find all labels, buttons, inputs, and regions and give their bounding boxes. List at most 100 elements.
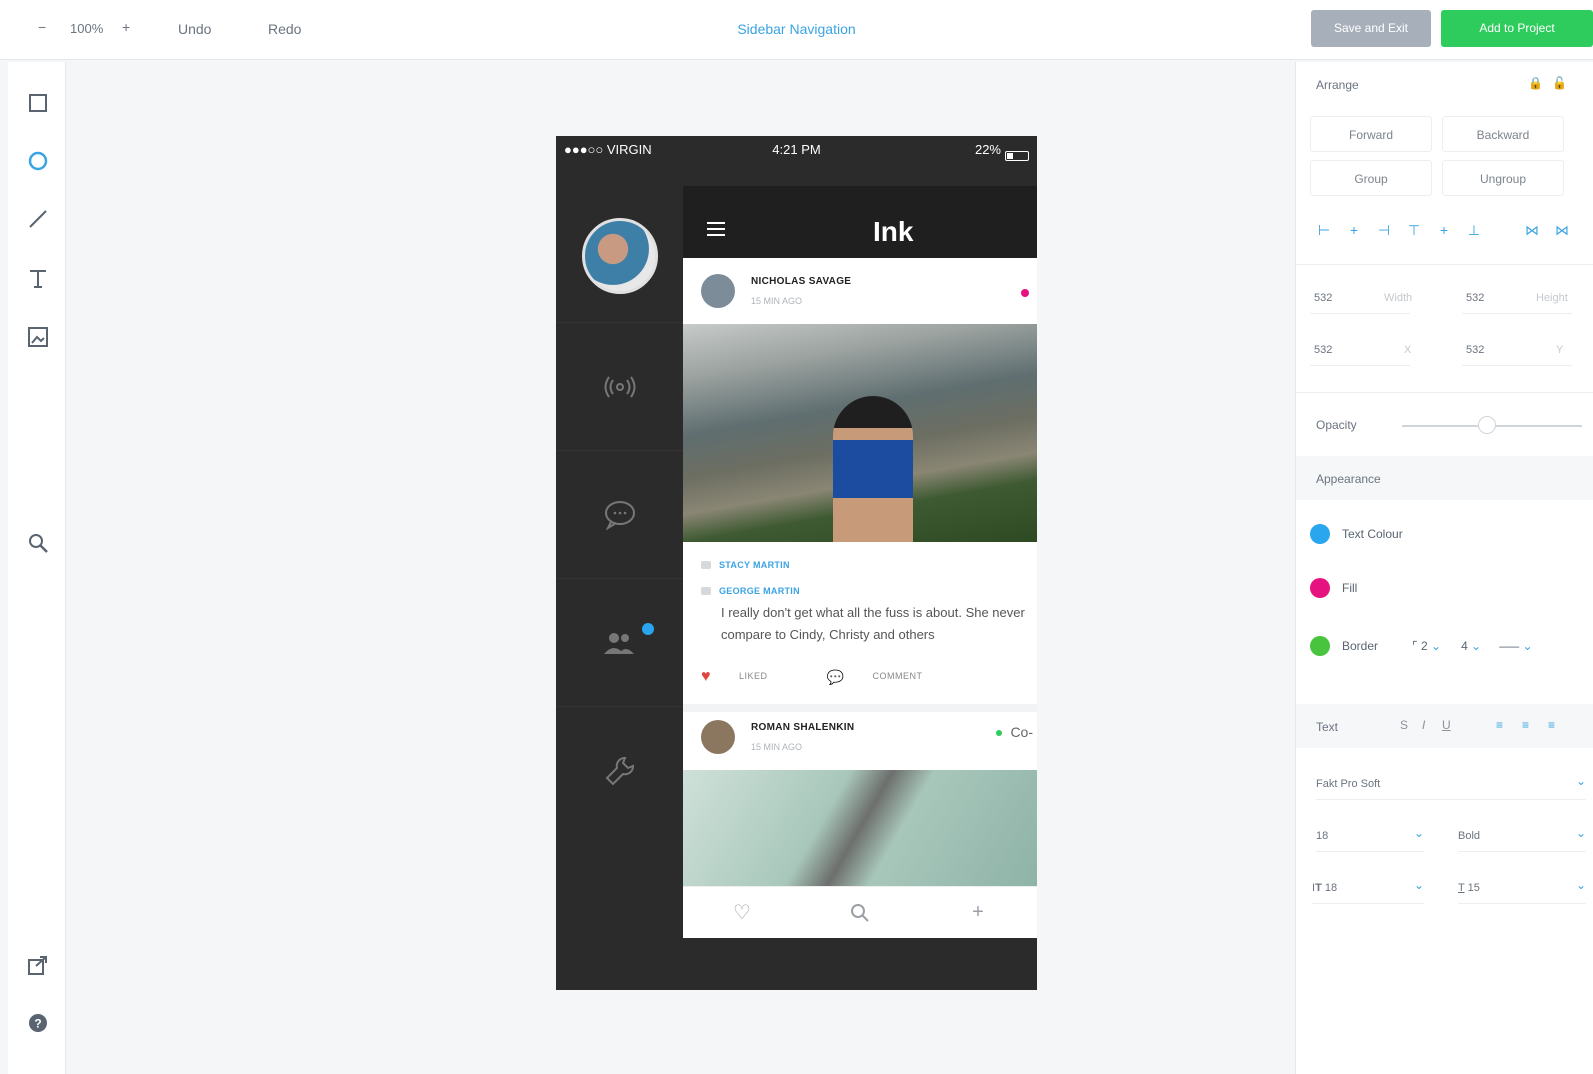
letter-spacing-select[interactable]: T 15 ⌄ <box>1458 874 1586 904</box>
ellipse-tool-icon[interactable] <box>25 148 51 174</box>
forward-button[interactable]: Forward <box>1310 116 1432 152</box>
text-align-center-icon[interactable]: ≡ <box>1522 718 1529 732</box>
chevron-down-icon: ⌄ <box>1522 639 1533 653</box>
phone-mockup[interactable]: ●●●○○ VIRGIN 4:21 PM 22% Ink NICHOLAS SA… <box>556 136 1037 990</box>
sidebar-navigation <box>556 186 683 990</box>
rectangle-tool-icon[interactable] <box>25 90 51 116</box>
border-radius-select[interactable]: ⌜ 2 ⌄ <box>1412 639 1441 653</box>
align-top-icon[interactable]: ⊤ <box>1404 222 1424 238</box>
align-right-icon[interactable]: ⊣ <box>1374 222 1394 238</box>
sidebar-item-settings[interactable] <box>556 706 683 834</box>
align-left-icon[interactable]: ⊢ <box>1314 222 1334 238</box>
font-weight-select[interactable]: Bold ⌄ <box>1458 822 1586 852</box>
post-time: 15 MIN AGO <box>751 296 803 306</box>
text-align-right-icon[interactable]: ≡ <box>1548 718 1555 732</box>
add-tab-icon[interactable]: + <box>919 887 1037 938</box>
sidebar-item-broadcast[interactable] <box>556 322 683 450</box>
border-width-select[interactable]: 4 ⌄ <box>1461 639 1481 653</box>
ungroup-button[interactable]: Ungroup <box>1442 160 1564 196</box>
line-tool-icon[interactable] <box>25 206 51 232</box>
avatar[interactable] <box>701 720 735 754</box>
status-dot <box>1021 289 1029 297</box>
comment-row: STACY MARTIN <box>701 560 790 571</box>
export-icon[interactable] <box>25 952 51 978</box>
clock-label: 4:21 PM <box>772 142 821 157</box>
post-photo[interactable] <box>683 770 1037 886</box>
post-author[interactable]: NICHOLAS SAVAGE <box>751 276 851 287</box>
opacity-slider-handle[interactable] <box>1478 416 1496 434</box>
comment-button[interactable]: 💬 COMMENT <box>827 669 951 685</box>
zoom-level[interactable]: 100% <box>70 21 103 36</box>
width-field[interactable]: 532 Width <box>1310 284 1412 314</box>
text-colour-row[interactable]: Text Colour <box>1310 524 1403 544</box>
chevron-down-icon: ⌄ <box>1575 826 1586 840</box>
search-tab-icon[interactable] <box>801 887 919 938</box>
undo-button[interactable]: Undo <box>178 21 211 37</box>
redo-button[interactable]: Redo <box>268 21 301 37</box>
post-author[interactable]: ROMAN SHALENKIN <box>751 722 854 733</box>
lock-icon[interactable]: 🔒 <box>1528 76 1543 90</box>
height-field[interactable]: 532 Height <box>1462 284 1572 314</box>
distribute-v-icon[interactable]: ⋈ <box>1552 222 1572 238</box>
text-tool-icon[interactable] <box>25 266 51 292</box>
strikethrough-icon[interactable]: S <box>1400 718 1408 732</box>
fill-row[interactable]: Fill <box>1310 578 1357 598</box>
underline-icon[interactable]: U <box>1442 718 1451 732</box>
text-section-header: Text S I U ≡ ≡ ≡ <box>1296 704 1593 748</box>
menu-icon[interactable] <box>707 222 725 236</box>
search-icon[interactable] <box>25 530 51 556</box>
avatar[interactable] <box>701 274 735 308</box>
align-bottom-icon[interactable]: ⊥ <box>1464 222 1484 238</box>
chevron-down-icon: ⌄ <box>1431 639 1442 653</box>
comment-author[interactable]: STACY MARTIN <box>719 560 790 570</box>
group-button[interactable]: Group <box>1310 160 1432 196</box>
sidebar-item-friends[interactable] <box>556 578 683 706</box>
y-position-field[interactable]: 532 Y <box>1462 336 1572 366</box>
people-icon <box>603 632 634 654</box>
fill-swatch[interactable] <box>1310 578 1330 598</box>
post-header: ROMAN SHALENKIN 15 MIN AGO <box>683 704 1037 770</box>
comment-row: GEORGE MARTIN <box>701 586 800 597</box>
border-swatch[interactable] <box>1310 636 1330 656</box>
backward-button[interactable]: Backward <box>1442 116 1564 152</box>
profile-avatar[interactable] <box>582 218 658 294</box>
help-icon[interactable]: ? <box>25 1010 51 1036</box>
comment-small-icon <box>701 587 711 596</box>
battery-icon <box>1005 150 1029 161</box>
text-colour-swatch[interactable] <box>1310 524 1330 544</box>
font-family-select[interactable]: Fakt Pro Soft ⌄ <box>1316 770 1586 800</box>
like-button[interactable]: ♥ LIKED <box>701 668 796 685</box>
heart-icon: ♥ <box>701 668 711 685</box>
zoom-in-button[interactable]: + <box>122 19 130 35</box>
opacity-label: Opacity <box>1316 418 1357 432</box>
sidebar-item-messages[interactable] <box>556 450 683 578</box>
image-tool-icon[interactable] <box>25 324 51 350</box>
text-align-left-icon[interactable]: ≡ <box>1496 718 1503 732</box>
align-middle-icon[interactable]: + <box>1434 222 1454 238</box>
wrench-icon <box>605 756 634 785</box>
unlock-icon[interactable]: 🔓 <box>1552 76 1567 90</box>
app-title: Ink <box>873 216 914 247</box>
broadcast-icon <box>604 375 635 398</box>
zoom-out-button[interactable]: − <box>38 19 46 35</box>
line-height-select[interactable]: IT 18 ⌄ <box>1312 874 1424 904</box>
font-size-select[interactable]: 18 ⌄ <box>1316 822 1424 852</box>
favorites-tab-icon[interactable]: ♡ <box>683 887 801 938</box>
add-to-project-button[interactable]: Add to Project <box>1441 10 1593 47</box>
save-and-exit-button[interactable]: Save and Exit <box>1311 10 1431 47</box>
app-screen: Ink NICHOLAS SAVAGE 15 MIN AGO STACY MAR… <box>683 186 1037 938</box>
distribute-h-icon[interactable]: ⋈ <box>1522 222 1542 238</box>
post-side-label: Co- <box>996 724 1033 740</box>
chevron-down-icon: ⌄ <box>1575 878 1586 892</box>
arrange-heading: Arrange <box>1316 78 1359 92</box>
comment-author[interactable]: GEORGE MARTIN <box>719 586 800 596</box>
align-center-h-icon[interactable]: + <box>1344 222 1364 238</box>
post-photo[interactable] <box>683 324 1037 542</box>
x-position-field[interactable]: 532 X <box>1310 336 1411 366</box>
align-toolbar: ⊢ + ⊣ ⊤ + ⊥ ⋈ ⋈ <box>1314 222 1584 242</box>
photo-subject <box>833 396 913 542</box>
border-row[interactable]: Border ⌜ 2 ⌄ 4 ⌄ ––– ⌄ <box>1310 636 1580 656</box>
left-toolbar: ? <box>8 62 66 1074</box>
italic-icon[interactable]: I <box>1422 718 1425 732</box>
border-style-select[interactable]: ––– ⌄ <box>1499 639 1532 653</box>
